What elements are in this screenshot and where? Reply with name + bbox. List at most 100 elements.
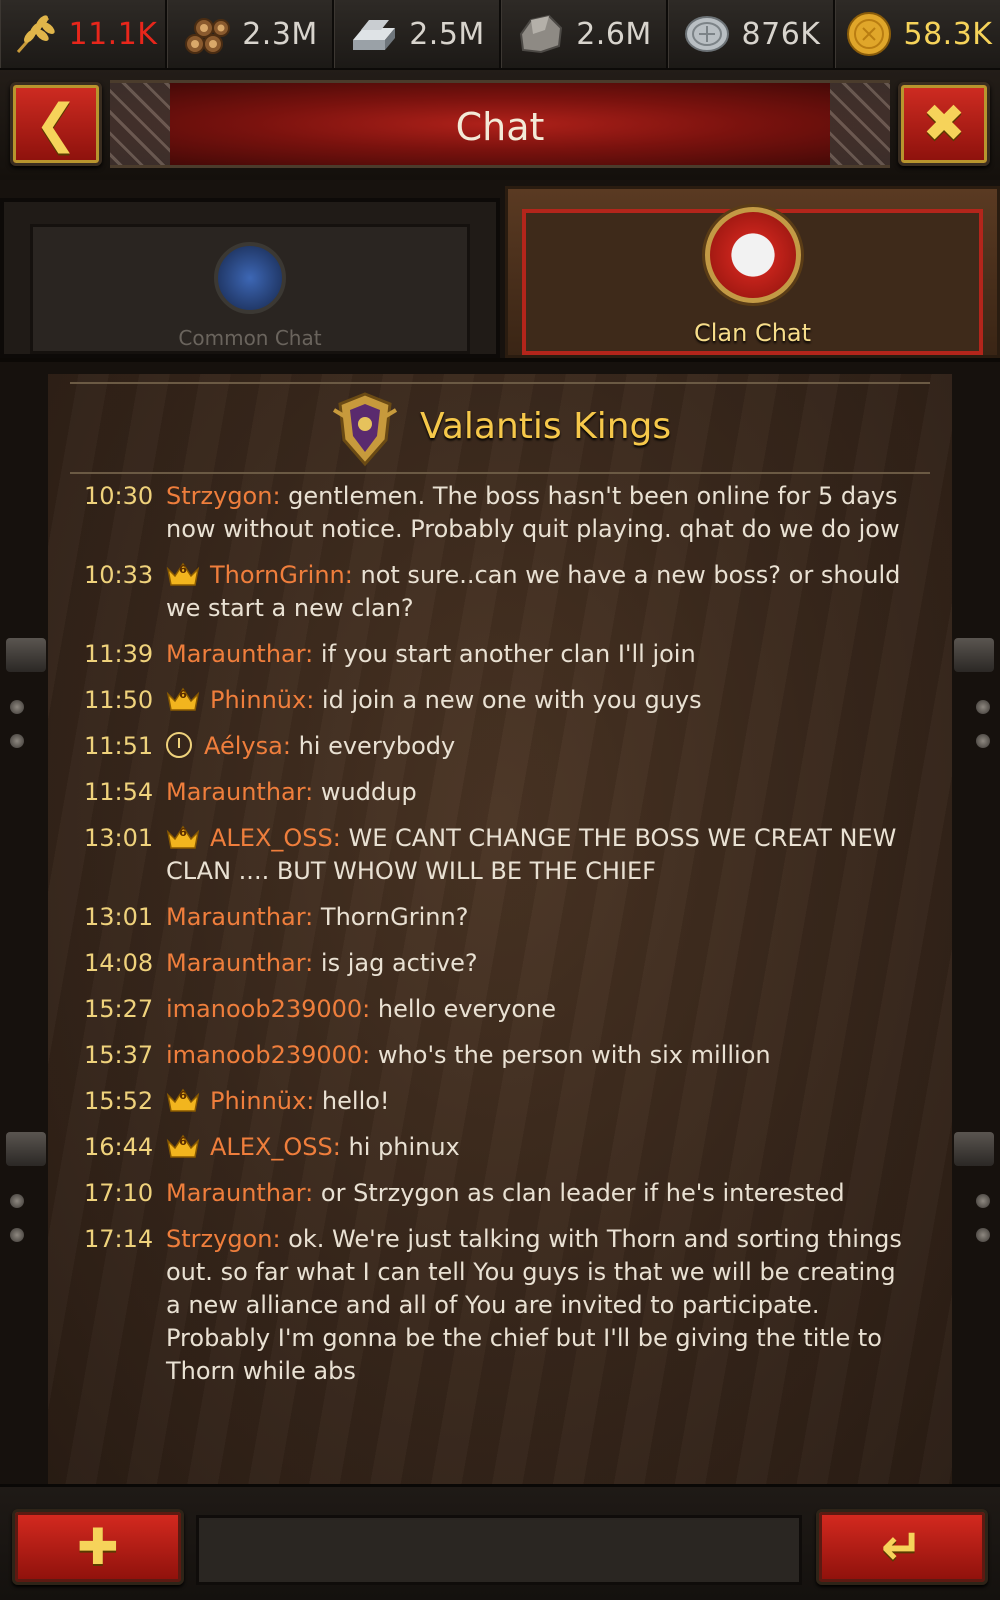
crown-icon: 6 xyxy=(166,686,200,712)
message-time: 14:08 xyxy=(84,949,154,977)
clock-icon xyxy=(166,732,192,758)
message-text: hi phinux xyxy=(348,1133,460,1161)
message-username[interactable]: ALEX_OSS: xyxy=(210,1133,341,1161)
food-amount: 11.1K xyxy=(68,16,158,52)
message-username[interactable]: Maraunthar: xyxy=(166,949,313,977)
message-time: 13:01 xyxy=(84,903,154,931)
chat-message-list[interactable]: 10:30 Strzygon: gentlemen. The boss hasn'… xyxy=(84,480,904,1401)
tab-common-label: Common Chat xyxy=(178,326,322,350)
chat-tabs: Common Chat Clan Chat xyxy=(0,180,1000,358)
message-username[interactable]: Strzygon: xyxy=(166,482,281,510)
message-body: imanoob239000: who's the person with six… xyxy=(166,1039,904,1072)
message-username[interactable]: Phinnüx: xyxy=(210,1087,314,1115)
message-username[interactable]: Maraunthar: xyxy=(166,903,313,931)
message-time: 15:37 xyxy=(84,1041,154,1069)
message-time: 15:27 xyxy=(84,995,154,1023)
message-text: who's the person with six million xyxy=(377,1041,771,1069)
message-body: Maraunthar: if you start another clan I'… xyxy=(166,638,904,671)
divider xyxy=(70,472,930,474)
message-text: hello! xyxy=(321,1087,390,1115)
title-banner: Chat xyxy=(110,80,890,168)
message-username[interactable]: ALEX_OSS: xyxy=(210,824,341,852)
message-username[interactable]: Strzygon: xyxy=(166,1225,281,1253)
message-time: 11:39 xyxy=(84,640,154,668)
chat-message: 15:37 imanoob239000: who's the person wit… xyxy=(84,1039,904,1072)
resource-iron[interactable]: 2.5M xyxy=(334,0,501,68)
message-username[interactable]: Maraunthar: xyxy=(166,1179,313,1207)
message-body: Strzygon: gentlemen. The boss hasn't bee… xyxy=(166,480,904,546)
chat-message: 16:44 6 ALEX_OSS: hi phinux xyxy=(84,1131,904,1164)
clan-header: Valantis Kings xyxy=(70,380,930,480)
message-text: hello everyone xyxy=(377,995,557,1023)
chat-message: 17:14 Strzygon: ok. We're just talking wi… xyxy=(84,1223,904,1388)
tab-clan-chat[interactable]: Clan Chat xyxy=(505,186,1000,358)
metal-strap-icon xyxy=(6,1132,46,1166)
rivet-icon xyxy=(976,734,990,748)
chat-message: 17:10 Maraunthar: or Strzygon as clan lea… xyxy=(84,1177,904,1210)
rivet-icon xyxy=(10,700,24,714)
back-button[interactable]: ❮ xyxy=(10,82,102,166)
message-body: imanoob239000: hello everyone xyxy=(166,993,904,1026)
clan-name: Valantis Kings xyxy=(420,406,672,447)
tab-clan-label: Clan Chat xyxy=(693,319,812,347)
message-username[interactable]: ThornGrinn: xyxy=(210,561,353,589)
add-button[interactable]: ✚ xyxy=(12,1509,184,1585)
chevron-left-icon: ❮ xyxy=(34,94,78,154)
chat-message: 13:01 6 ALEX_OSS: WE CANT CHANGE THE BOSS … xyxy=(84,822,904,888)
message-time: 17:10 xyxy=(84,1179,154,1207)
message-body: 6 Phinnüx: id join a new one with you guy… xyxy=(166,684,904,717)
message-username[interactable]: Phinnüx: xyxy=(210,686,314,714)
chat-input[interactable] xyxy=(196,1515,802,1585)
message-body: 6 ALEX_OSS: hi phinux xyxy=(166,1131,904,1164)
metal-strap-icon xyxy=(954,638,994,672)
chat-message: 11:51 Aélysa: hi everybody xyxy=(84,730,904,763)
header: ❮ Chat ✖ xyxy=(0,70,1000,180)
wolf-blue-icon xyxy=(214,242,286,314)
chat-message: 10:30 Strzygon: gentlemen. The boss hasn'… xyxy=(84,480,904,546)
wood-icon xyxy=(182,9,232,59)
resource-gold[interactable]: 58.3K xyxy=(835,0,1000,68)
crown-level: 6 xyxy=(179,688,187,701)
stone-amount: 2.6M xyxy=(576,16,652,52)
rivet-icon xyxy=(976,1228,990,1242)
tab-common-chat[interactable]: Common Chat xyxy=(0,198,500,358)
message-time: 16:44 xyxy=(84,1133,154,1161)
gold-icon xyxy=(844,9,894,59)
chat-message: 11:54 Maraunthar: wuddup xyxy=(84,776,904,809)
message-username[interactable]: Aélysa: xyxy=(204,732,291,760)
message-username[interactable]: imanoob239000: xyxy=(166,995,370,1023)
message-username[interactable]: imanoob239000: xyxy=(166,1041,370,1069)
message-text: if you start another clan I'll join xyxy=(320,640,696,668)
resource-silver[interactable]: 876K xyxy=(668,0,835,68)
chat-message: 11:50 6 Phinnüx: id join a new one with yo… xyxy=(84,684,904,717)
wood-amount: 2.3M xyxy=(242,16,318,52)
crown-icon: 6 xyxy=(166,561,200,587)
crown-level: 6 xyxy=(179,1135,187,1148)
resource-wood[interactable]: 2.3M xyxy=(167,0,334,68)
chat-message: 10:33 6 ThornGrinn: not sure..can we have … xyxy=(84,559,904,625)
send-button[interactable]: ↵ xyxy=(816,1509,988,1585)
message-text: hi everybody xyxy=(298,732,456,760)
iron-icon xyxy=(349,9,399,59)
enter-arrow-icon: ↵ xyxy=(881,1518,923,1576)
message-username[interactable]: Maraunthar: xyxy=(166,778,313,806)
message-time: 11:54 xyxy=(84,778,154,806)
iron-amount: 2.5M xyxy=(409,16,485,52)
resource-stone[interactable]: 2.6M xyxy=(501,0,668,68)
close-icon: ✖ xyxy=(922,94,966,154)
resource-food[interactable]: 11.1K xyxy=(0,0,167,68)
message-body: Maraunthar: is jag active? xyxy=(166,947,904,980)
message-time: 11:51 xyxy=(84,732,154,760)
message-text: ThornGrinn? xyxy=(320,903,469,931)
silver-amount: 876K xyxy=(741,16,821,52)
message-username[interactable]: Maraunthar: xyxy=(166,640,313,668)
crown-icon: 6 xyxy=(166,1087,200,1113)
message-text: is jag active? xyxy=(320,949,478,977)
close-button[interactable]: ✖ xyxy=(898,82,990,166)
clan-crest-icon xyxy=(332,390,398,468)
rivet-icon xyxy=(10,1194,24,1208)
message-body: 6 ThornGrinn: not sure..can we have a new… xyxy=(166,559,904,625)
message-time: 10:30 xyxy=(84,482,154,510)
chat-message: 13:01 Maraunthar: ThornGrinn? xyxy=(84,901,904,934)
message-body: 6 ALEX_OSS: WE CANT CHANGE THE BOSS WE CR… xyxy=(166,822,904,888)
